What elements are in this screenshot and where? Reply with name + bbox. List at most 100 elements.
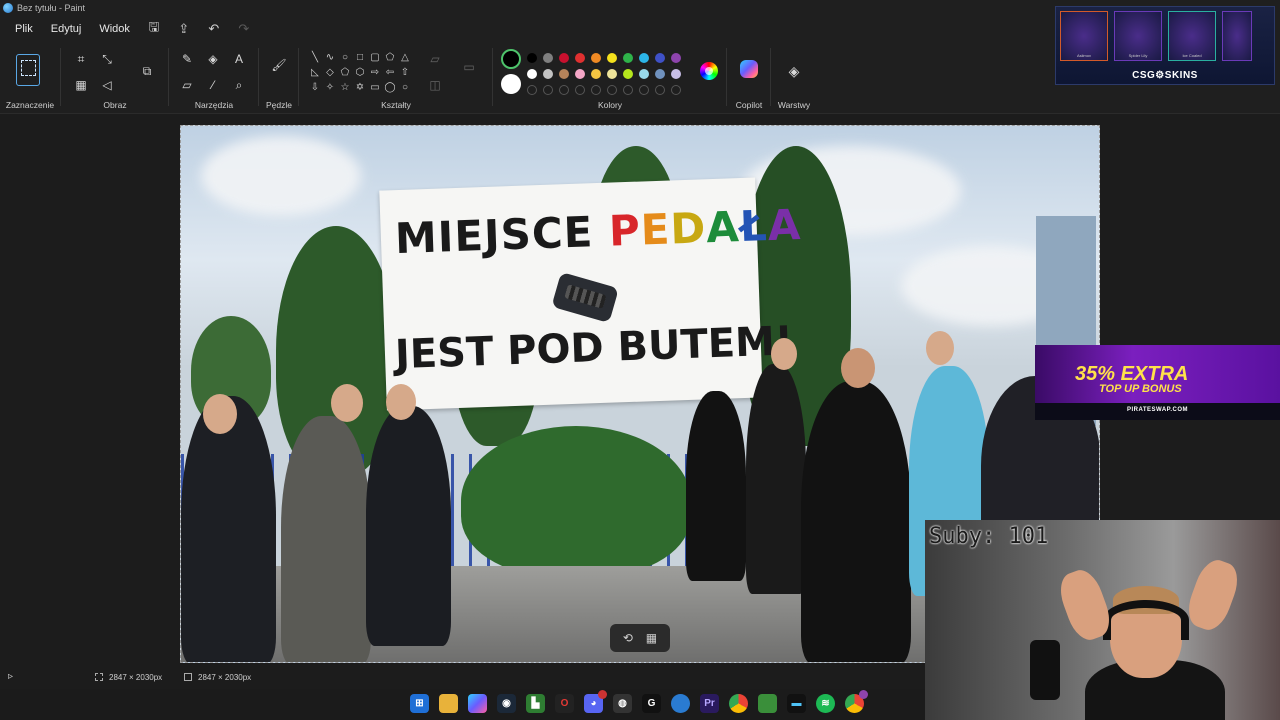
arrow-down-icon[interactable]: ⇩ [308,80,322,94]
custom-color-slot[interactable] [543,85,553,95]
outline-icon[interactable]: ▱ [426,50,444,68]
color-swatch[interactable] [655,53,665,63]
color-swatch[interactable] [575,53,585,63]
menu-edit[interactable]: Edytuj [44,19,89,39]
color-swatch[interactable] [591,69,601,79]
image-action-icon[interactable]: ⟲ [623,631,633,645]
line-icon[interactable]: ╲ [308,50,322,64]
copilot-icon[interactable] [740,60,758,78]
resize-icon[interactable]: ⤡ [98,50,116,68]
premiere-icon[interactable]: Pr [700,694,719,713]
color-swatch[interactable] [655,69,665,79]
chrome-icon[interactable] [729,694,748,713]
color-swatch[interactable] [543,53,553,63]
color-swatch[interactable] [607,69,617,79]
copilot-taskbar-icon[interactable] [468,694,487,713]
arrow-left-icon[interactable]: ⇦ [383,65,397,79]
discord-icon[interactable]: ◕ [584,690,607,713]
custom-color-slot[interactable] [559,85,569,95]
callout-rect-icon[interactable]: ▭ [368,80,382,94]
file-explorer-icon[interactable] [439,694,458,713]
pentagon-icon[interactable]: ⬠ [338,65,352,79]
color-swatch[interactable] [607,53,617,63]
rotate-icon[interactable]: ◁ [98,76,116,94]
custom-color-slot[interactable] [639,85,649,95]
custom-color-slot[interactable] [527,85,537,95]
color-swatch[interactable] [591,53,601,63]
edit-colors-icon[interactable] [700,62,718,80]
custom-color-slot[interactable] [607,85,617,95]
csgoskins-ad[interactable]: Asiimov Spider Lily Ice Coaled CSG⚙SKINS [1055,6,1275,85]
color-swatch[interactable] [623,53,633,63]
right-triangle-icon[interactable]: ◺ [308,65,322,79]
custom-color-slot[interactable] [655,85,665,95]
diamond-icon[interactable]: ◇ [323,65,337,79]
layers-icon[interactable]: ◈ [785,62,803,80]
text-icon[interactable]: A [230,50,248,68]
oval-icon[interactable]: ○ [338,50,352,64]
color-swatch[interactable] [639,53,649,63]
custom-color-slot[interactable] [671,85,681,95]
color-swatch[interactable] [671,53,681,63]
redo-icon[interactable]: ↷ [231,18,257,40]
steam-icon[interactable]: ◉ [497,694,516,713]
opera-icon[interactable]: O [555,694,574,713]
arrow-up-icon[interactable]: ⇧ [398,65,412,79]
curve-icon[interactable]: ∿ [323,50,337,64]
fill-icon[interactable]: ◈ [204,50,222,68]
callout-oval-icon[interactable]: ◯ [383,80,397,94]
image-select-icon[interactable]: ⧉ [138,62,156,80]
arrow-right-icon[interactable]: ⇨ [368,65,382,79]
eraser-icon[interactable]: ▱ [178,76,196,94]
shape-options-icon[interactable]: ▭ [460,58,478,76]
remove-background-icon[interactable]: ▦ [646,631,657,645]
custom-color-slot[interactable] [591,85,601,95]
menu-view[interactable]: Widok [92,19,137,39]
color-swatch[interactable] [527,69,537,79]
chrome-profile-icon[interactable] [845,690,868,713]
hexagon-icon[interactable]: ⬡ [353,65,367,79]
callout-cloud-icon[interactable]: ○ [398,80,412,94]
pirateswap-ad[interactable]: 35% EXTRA TOP UP BONUS PIRATESWAP.COM [1035,345,1280,420]
terminal-icon[interactable]: ▬ [787,694,806,713]
custom-color-slot[interactable] [575,85,585,95]
color-picker-icon[interactable]: ⁄ [204,76,222,94]
crop-icon[interactable]: ⌗ [72,50,90,68]
paint-taskbar-icon[interactable] [671,694,690,713]
star6-icon[interactable]: ✡ [353,80,367,94]
polygon-icon[interactable]: ⬠ [383,50,397,64]
star4-icon[interactable]: ✧ [323,80,337,94]
spotify-icon[interactable]: ≋ [816,694,835,713]
color-swatch[interactable] [671,69,681,79]
windows-start-icon[interactable]: ⊞ [410,694,429,713]
share-icon[interactable]: ⇪ [171,18,197,40]
custom-color-slot[interactable] [623,85,633,95]
save-icon[interactable]: 🖫 [141,18,167,40]
triangle-icon[interactable]: △ [398,50,412,64]
app-g-icon[interactable]: G [642,694,661,713]
rectangle-icon[interactable]: □ [353,50,367,64]
selection-tool-icon[interactable] [16,54,40,86]
menu-file[interactable]: Plik [8,19,40,39]
secondary-color-swatch[interactable] [501,74,521,94]
color-swatch[interactable] [543,69,553,79]
status-bar: ▹ 2847 × 2030px 2847 × 2030px [0,665,925,689]
color-swatch[interactable] [527,53,537,63]
color-swatch[interactable] [575,69,585,79]
magnifier-icon[interactable]: ⌕ [230,76,248,94]
obs-icon[interactable]: ◍ [613,694,632,713]
color-swatch[interactable] [639,69,649,79]
star5-icon[interactable]: ☆ [338,80,352,94]
color-swatch[interactable] [559,69,569,79]
remove-background-icon[interactable]: ▦ [72,76,90,94]
pencil-icon[interactable]: ✎ [178,50,196,68]
brush-icon[interactable]: 🖌 [270,56,288,74]
primary-color-swatch[interactable] [501,49,521,69]
undo-icon[interactable]: ↶ [201,18,227,40]
color-swatch[interactable] [559,53,569,63]
fill-style-icon[interactable]: ◫ [426,76,444,94]
app-icon[interactable]: ▙ [526,694,545,713]
rounded-rectangle-icon[interactable]: ▢ [368,50,382,64]
minecraft-icon[interactable] [758,694,777,713]
color-swatch[interactable] [623,69,633,79]
